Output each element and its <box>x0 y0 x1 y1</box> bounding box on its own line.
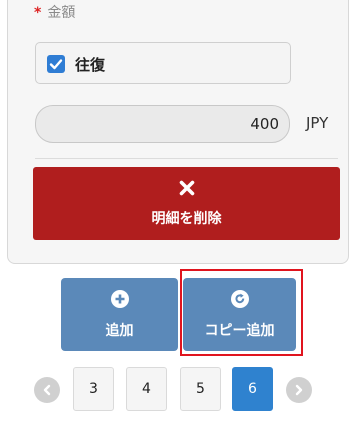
delete-detail-label: 明細を削除 <box>151 211 222 227</box>
page-button-3[interactable]: 3 <box>73 367 114 411</box>
round-trip-label: 往復 <box>75 56 106 74</box>
divider <box>35 158 338 159</box>
round-trip-checkbox[interactable]: 往復 <box>35 42 291 84</box>
add-button[interactable]: 追加 <box>61 278 178 351</box>
delete-detail-button[interactable]: 明細を削除 <box>33 167 340 240</box>
page-button-5[interactable]: 5 <box>180 367 221 411</box>
amount-label: * 金額 <box>34 2 75 22</box>
detail-card: * 金額 往復 400 JPY 明細を削除 <box>7 0 349 264</box>
page-button-4[interactable]: 4 <box>126 367 167 411</box>
checkmark-icon[interactable] <box>47 55 65 73</box>
close-icon <box>178 179 196 201</box>
plus-icon <box>110 290 129 312</box>
chevron-right-icon[interactable] <box>286 377 312 403</box>
add-label: 追加 <box>105 323 134 339</box>
chevron-left-icon[interactable] <box>34 377 60 403</box>
highlight-box <box>180 269 303 356</box>
currency-label: JPY <box>306 114 329 132</box>
page-button-6[interactable]: 6 <box>232 367 273 411</box>
required-mark: * <box>34 5 42 21</box>
amount-label-text: 金額 <box>47 5 76 21</box>
amount-input[interactable]: 400 <box>35 105 290 143</box>
